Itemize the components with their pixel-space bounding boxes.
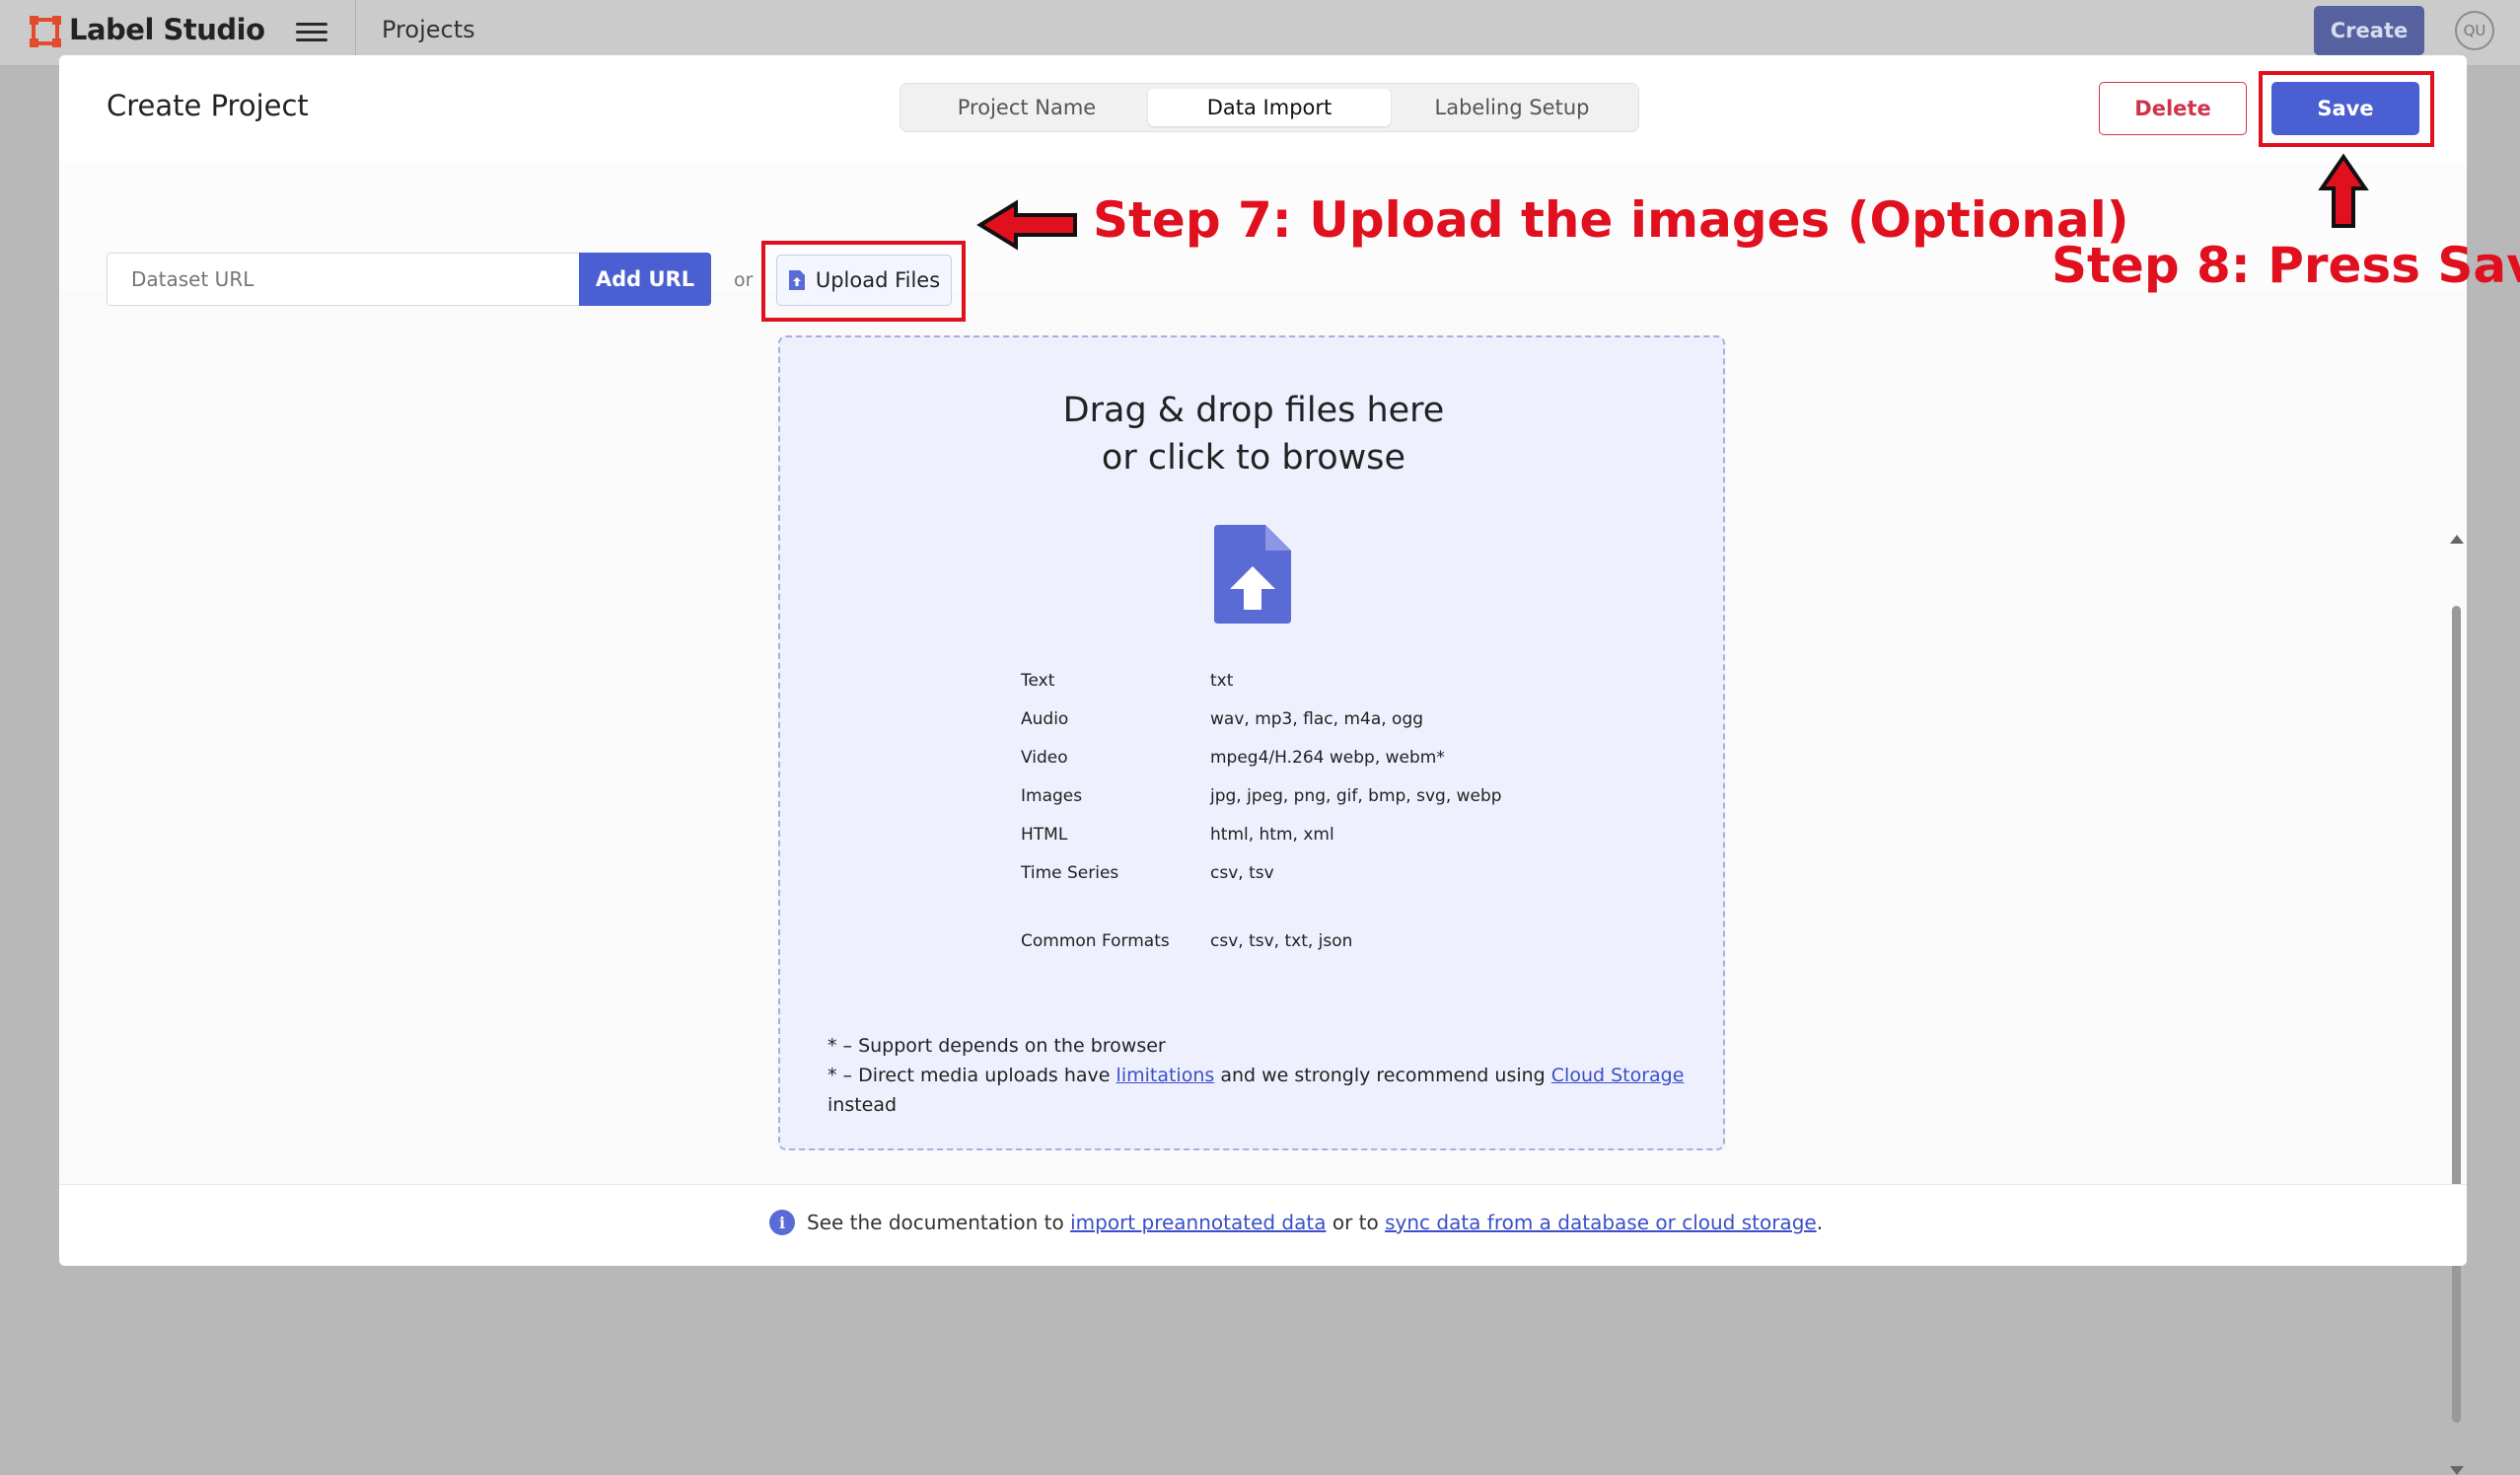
step-tabs: Project Name Data Import Labeling Setup <box>900 83 1639 132</box>
tab-labeling-setup[interactable]: Labeling Setup <box>1391 89 1633 126</box>
step7-annotation: Step 7: Upload the images (Optional) <box>1093 191 2129 249</box>
scroll-down-arrow-icon[interactable] <box>2450 1466 2464 1475</box>
upload-highlight-box <box>761 241 966 322</box>
label-studio-logo-icon[interactable] <box>30 16 61 47</box>
format-ext: html, htm, xml <box>1210 825 1334 845</box>
tab-data-import[interactable]: Data Import <box>1148 89 1391 126</box>
note-direct-uploads: * – Direct media uploads have limitation… <box>828 1065 1685 1116</box>
format-ext: wav, mp3, flac, m4a, ogg <box>1210 709 1424 729</box>
format-type: Audio <box>1021 709 1069 729</box>
dropzone-title-line2: or click to browse <box>1101 438 1406 478</box>
step8-annotation: Step 8: Press Save <box>2052 237 2520 294</box>
dropzone-notes: * – Support depends on the browser * – D… <box>828 1031 1695 1120</box>
dropzone-title-line1: Drag & drop files here <box>1062 391 1445 430</box>
format-ext: txt <box>1210 671 1234 691</box>
footer-doc-hint: i See the documentation to import preann… <box>769 1210 1823 1235</box>
format-ext: csv, tsv <box>1210 863 1274 883</box>
format-ext: csv, tsv, txt, json <box>1210 931 1353 951</box>
create-button[interactable]: Create <box>2314 6 2424 55</box>
note-browser-support: * – Support depends on the browser <box>828 1035 1166 1057</box>
import-preannotated-link[interactable]: import preannotated data <box>1070 1211 1326 1234</box>
file-dropzone[interactable]: Drag & drop files here or click to brows… <box>778 335 1725 1150</box>
app-title[interactable]: Label Studio <box>69 13 265 46</box>
format-ext: mpeg4/H.264 webp, webm* <box>1210 748 1445 768</box>
scroll-thumb[interactable] <box>2452 606 2461 1423</box>
save-highlight-box <box>2259 71 2434 147</box>
modal-title: Create Project <box>107 89 309 122</box>
format-type: Time Series <box>1021 863 1119 883</box>
add-url-button[interactable]: Add URL <box>579 253 711 306</box>
cloud-storage-link[interactable]: Cloud Storage <box>1551 1065 1685 1086</box>
limitations-link[interactable]: limitations <box>1116 1065 1215 1086</box>
format-type: Text <box>1021 671 1055 691</box>
format-type: Video <box>1021 748 1068 768</box>
or-separator: or <box>734 269 754 291</box>
sync-data-link[interactable]: sync data from a database or cloud stora… <box>1385 1211 1817 1234</box>
info-icon: i <box>769 1210 795 1235</box>
dataset-url-input[interactable] <box>107 253 581 306</box>
arrow-left-icon <box>976 199 1077 251</box>
breadcrumb-projects[interactable]: Projects <box>382 16 475 43</box>
avatar[interactable]: QU <box>2455 11 2494 50</box>
dropzone-title: Drag & drop files here or click to brows… <box>780 387 1727 481</box>
hamburger-menu-icon[interactable] <box>296 18 327 45</box>
scroll-up-arrow-icon[interactable] <box>2450 535 2464 544</box>
format-type: Images <box>1021 786 1083 806</box>
format-type: HTML <box>1021 825 1068 845</box>
modal-footer: i See the documentation to import preann… <box>59 1184 2467 1266</box>
scrollbar[interactable] <box>2446 529 2466 1475</box>
format-type: Common Formats <box>1021 931 1170 951</box>
modal-header: Create Project Project Name Data Import … <box>59 55 2467 163</box>
format-ext: jpg, jpeg, png, gif, bmp, svg, webp <box>1210 786 1502 806</box>
arrow-up-icon <box>2318 153 2369 228</box>
tab-project-name[interactable]: Project Name <box>905 89 1148 126</box>
file-upload-icon <box>1214 525 1291 624</box>
delete-button[interactable]: Delete <box>2099 82 2247 135</box>
